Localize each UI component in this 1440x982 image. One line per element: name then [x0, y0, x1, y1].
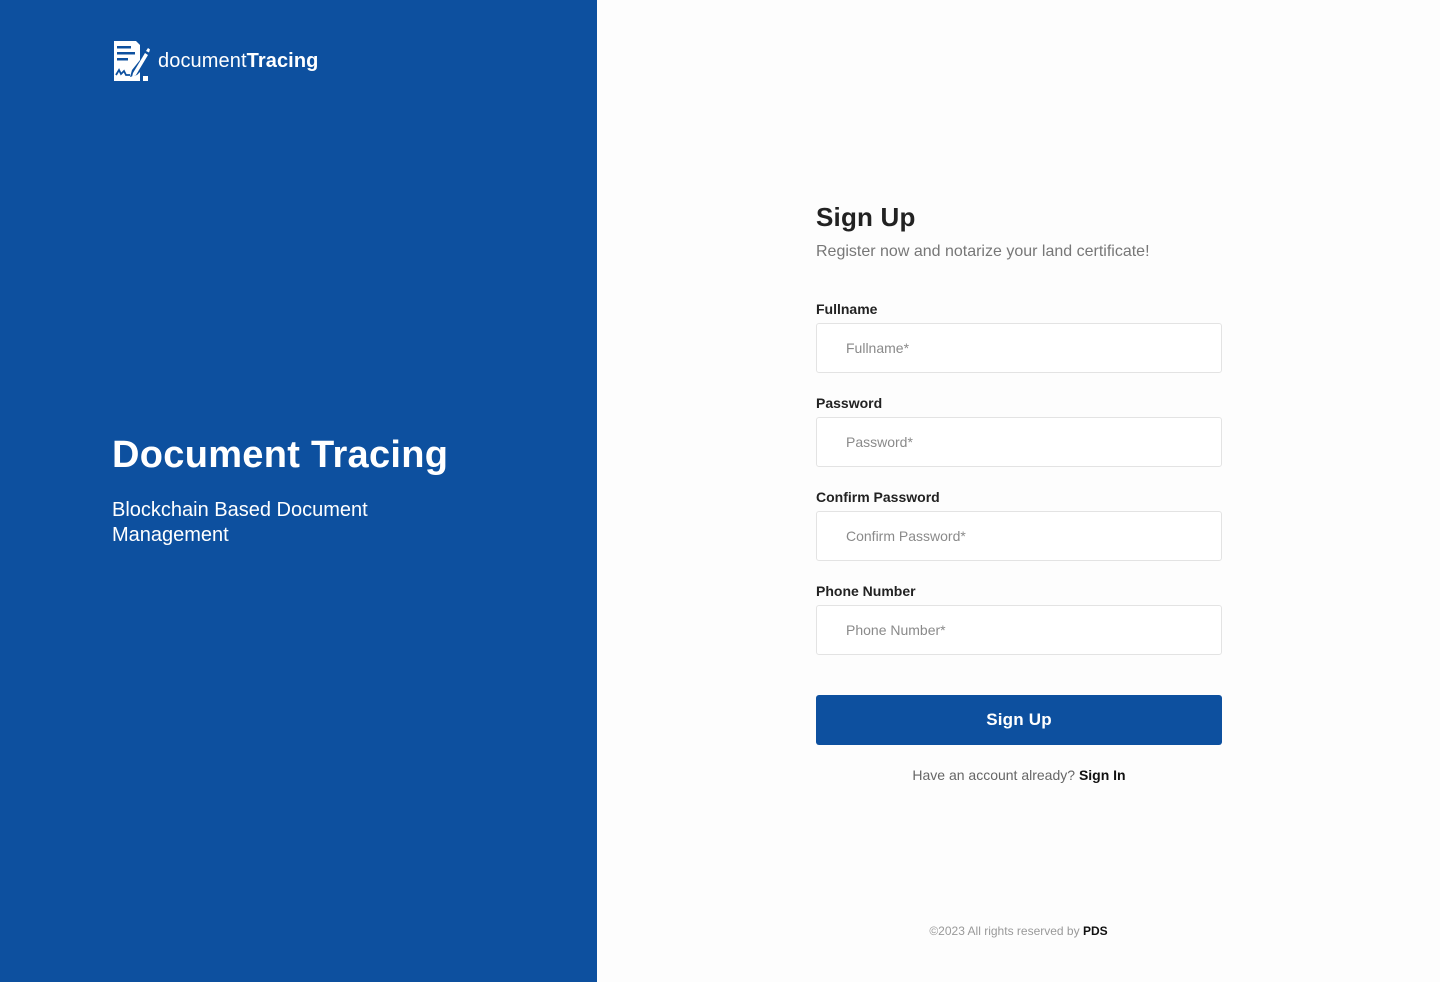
logo-text-bold: Tracing: [246, 50, 319, 72]
form-subtitle: Register now and notarize your land cert…: [816, 243, 1150, 260]
sign-in-link[interactable]: Sign In: [1079, 767, 1126, 783]
phone-number-label: Phone Number: [816, 583, 916, 599]
password-field-group: Password: [816, 395, 1222, 467]
logo-text: documentTracing: [158, 40, 318, 82]
logo-text-light: document: [158, 50, 247, 72]
confirm-password-input[interactable]: [816, 511, 1222, 561]
hero-title: Document Tracing: [112, 434, 449, 476]
logo[interactable]: documentTracing: [112, 40, 318, 82]
fullname-label: Fullname: [816, 301, 878, 317]
hero-subtitle: Blockchain Based Document Management: [112, 499, 368, 546]
footer: ©2023 All rights reserved by PDS: [597, 924, 1440, 938]
signin-prompt: Have an account already? Sign In: [816, 767, 1222, 783]
confirm-password-label: Confirm Password: [816, 489, 940, 505]
signup-page: documentTracing Document Tracing Blockch…: [0, 0, 1440, 982]
phone-number-field-group: Phone Number: [816, 583, 1222, 655]
phone-number-input[interactable]: [816, 605, 1222, 655]
footer-brand: PDS: [1082, 924, 1108, 938]
document-signature-icon: [114, 41, 150, 81]
fullname-input[interactable]: [816, 323, 1222, 373]
signin-prompt-text: Have an account already?: [912, 767, 1076, 783]
password-label: Password: [816, 395, 883, 411]
footer-text: ©2023 All rights reserved by: [929, 924, 1080, 938]
password-input[interactable]: [816, 417, 1222, 467]
brand-panel: documentTracing Document Tracing Blockch…: [0, 0, 597, 982]
confirm-password-field-group: Confirm Password: [816, 489, 1222, 561]
form-panel: Sign Up Register now and notarize your l…: [597, 0, 1440, 982]
sign-up-button[interactable]: Sign Up: [816, 695, 1222, 745]
fullname-field-group: Fullname: [816, 301, 1222, 373]
form-title: Sign Up: [816, 202, 916, 232]
signup-form: Sign Up Register now and notarize your l…: [816, 202, 1222, 783]
